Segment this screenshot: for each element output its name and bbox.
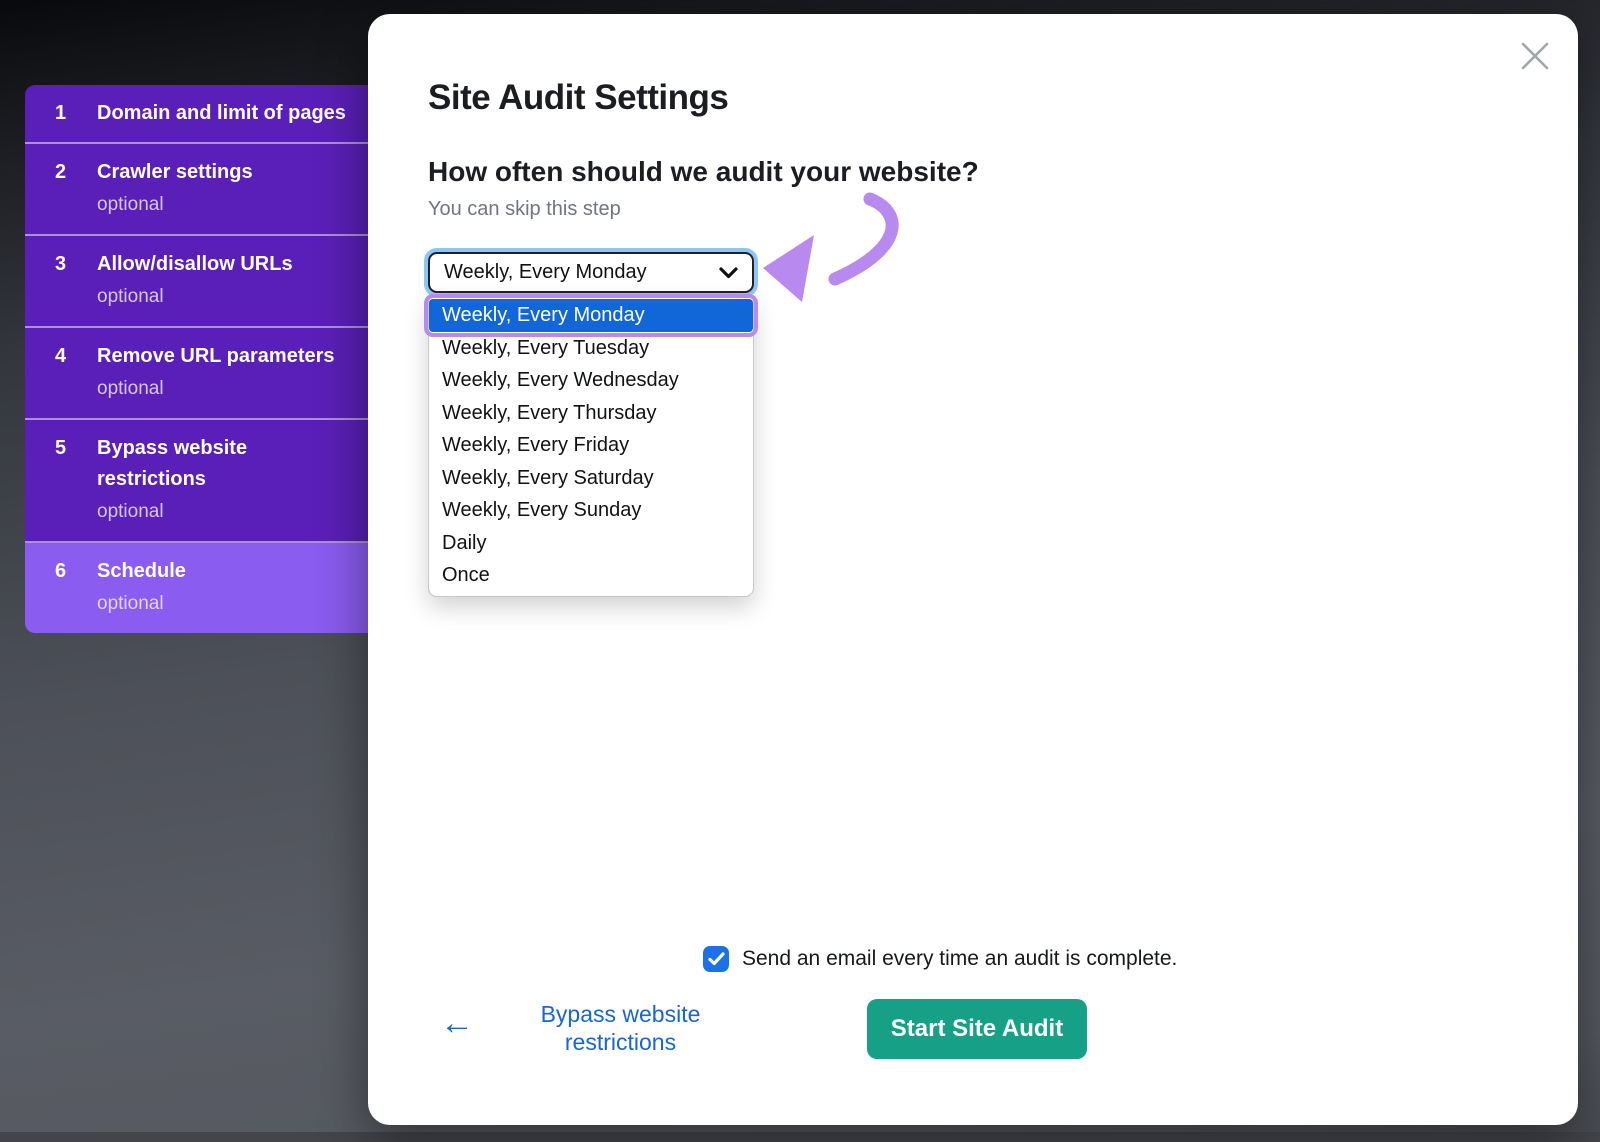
- backdrop-bottom-strip: [0, 1132, 1600, 1142]
- step-title: Allow/disallow URLs: [97, 249, 354, 280]
- step-optional-note: optional: [97, 372, 354, 405]
- chevron-down-icon: [719, 267, 738, 279]
- frequency-option[interactable]: Daily: [429, 527, 753, 560]
- sidebar-step[interactable]: 2 Crawler settings optional: [25, 144, 368, 236]
- step-number: 1: [55, 98, 97, 129]
- frequency-option[interactable]: Once: [429, 559, 753, 592]
- step-number: 5: [55, 433, 97, 464]
- email-notification-row[interactable]: Send an email every time an audit is com…: [703, 946, 1177, 972]
- wizard-steps-sidebar: 1 Domain and limit of pages 2 Crawler se…: [25, 85, 368, 633]
- frequency-option[interactable]: Weekly, Every Thursday: [429, 397, 753, 430]
- bypass-website-restrictions-link[interactable]: Bypass website restrictions: [513, 1000, 728, 1056]
- frequency-dropdown-list: Weekly, Every Monday Weekly, Every Tuesd…: [428, 296, 754, 597]
- step-number: 2: [55, 157, 97, 188]
- close-icon: [1518, 39, 1552, 73]
- annotation-arrow-icon: [740, 185, 925, 315]
- email-checkbox-label: Send an email every time an audit is com…: [742, 947, 1177, 971]
- site-audit-settings-modal: Site Audit Settings How often should we …: [368, 14, 1578, 1125]
- sidebar-step[interactable]: 5 Bypass website restrictions optional: [25, 420, 368, 543]
- frequency-option[interactable]: Weekly, Every Sunday: [429, 494, 753, 527]
- step-title: Domain and limit of pages: [97, 98, 354, 129]
- email-checkbox[interactable]: [703, 946, 729, 972]
- checkmark-icon: [708, 952, 725, 966]
- step-number: 4: [55, 341, 97, 372]
- sidebar-step[interactable]: 6 Schedule optional: [25, 543, 368, 633]
- close-button[interactable]: [1518, 39, 1552, 73]
- frequency-select[interactable]: Weekly, Every Monday: [428, 252, 754, 293]
- step-title: Crawler settings: [97, 157, 354, 188]
- frequency-option[interactable]: Weekly, Every Friday: [429, 429, 753, 462]
- step-title: Bypass website restrictions: [97, 433, 354, 495]
- sidebar-step[interactable]: 3 Allow/disallow URLs optional: [25, 236, 368, 328]
- frequency-option[interactable]: Weekly, Every Saturday: [429, 462, 753, 495]
- sidebar-step[interactable]: 4 Remove URL parameters optional: [25, 328, 368, 420]
- frequency-option[interactable]: Weekly, Every Monday: [429, 299, 753, 332]
- sidebar-step[interactable]: 1 Domain and limit of pages: [25, 85, 368, 144]
- start-site-audit-button[interactable]: Start Site Audit: [867, 999, 1087, 1059]
- back-arrow-button[interactable]: ←: [440, 1006, 474, 1040]
- frequency-select-value: Weekly, Every Monday: [444, 261, 647, 284]
- step-optional-note: optional: [97, 587, 354, 620]
- step-optional-note: optional: [97, 495, 354, 528]
- audit-frequency-question: How often should we audit your website?: [428, 156, 979, 188]
- step-number: 6: [55, 556, 97, 587]
- step-optional-note: optional: [97, 188, 354, 221]
- modal-title: Site Audit Settings: [428, 78, 728, 118]
- step-title: Schedule: [97, 556, 354, 587]
- step-number: 3: [55, 249, 97, 280]
- skip-step-note: You can skip this step: [428, 198, 621, 221]
- frequency-option[interactable]: Weekly, Every Wednesday: [429, 364, 753, 397]
- step-optional-note: optional: [97, 280, 354, 313]
- step-title: Remove URL parameters: [97, 341, 354, 372]
- frequency-option[interactable]: Weekly, Every Tuesday: [429, 332, 753, 365]
